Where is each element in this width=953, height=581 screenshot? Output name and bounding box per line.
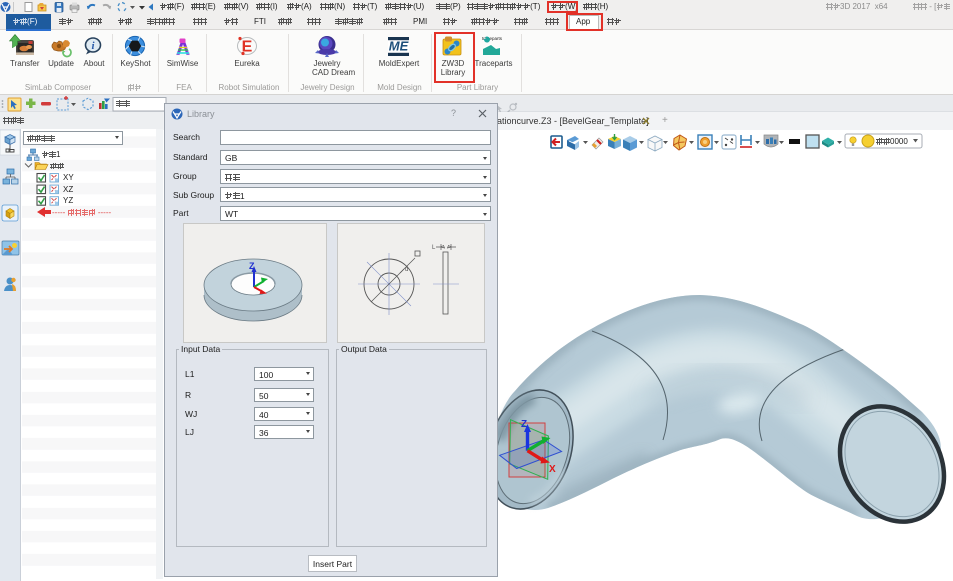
svg-text:X: X bbox=[549, 464, 556, 475]
svg-text:Z: Z bbox=[249, 261, 255, 271]
svg-text:d: d bbox=[405, 267, 408, 273]
svg-text:Z: Z bbox=[521, 419, 527, 430]
svg-text:ME: ME bbox=[389, 39, 409, 54]
svg-text:L: L bbox=[432, 245, 436, 251]
